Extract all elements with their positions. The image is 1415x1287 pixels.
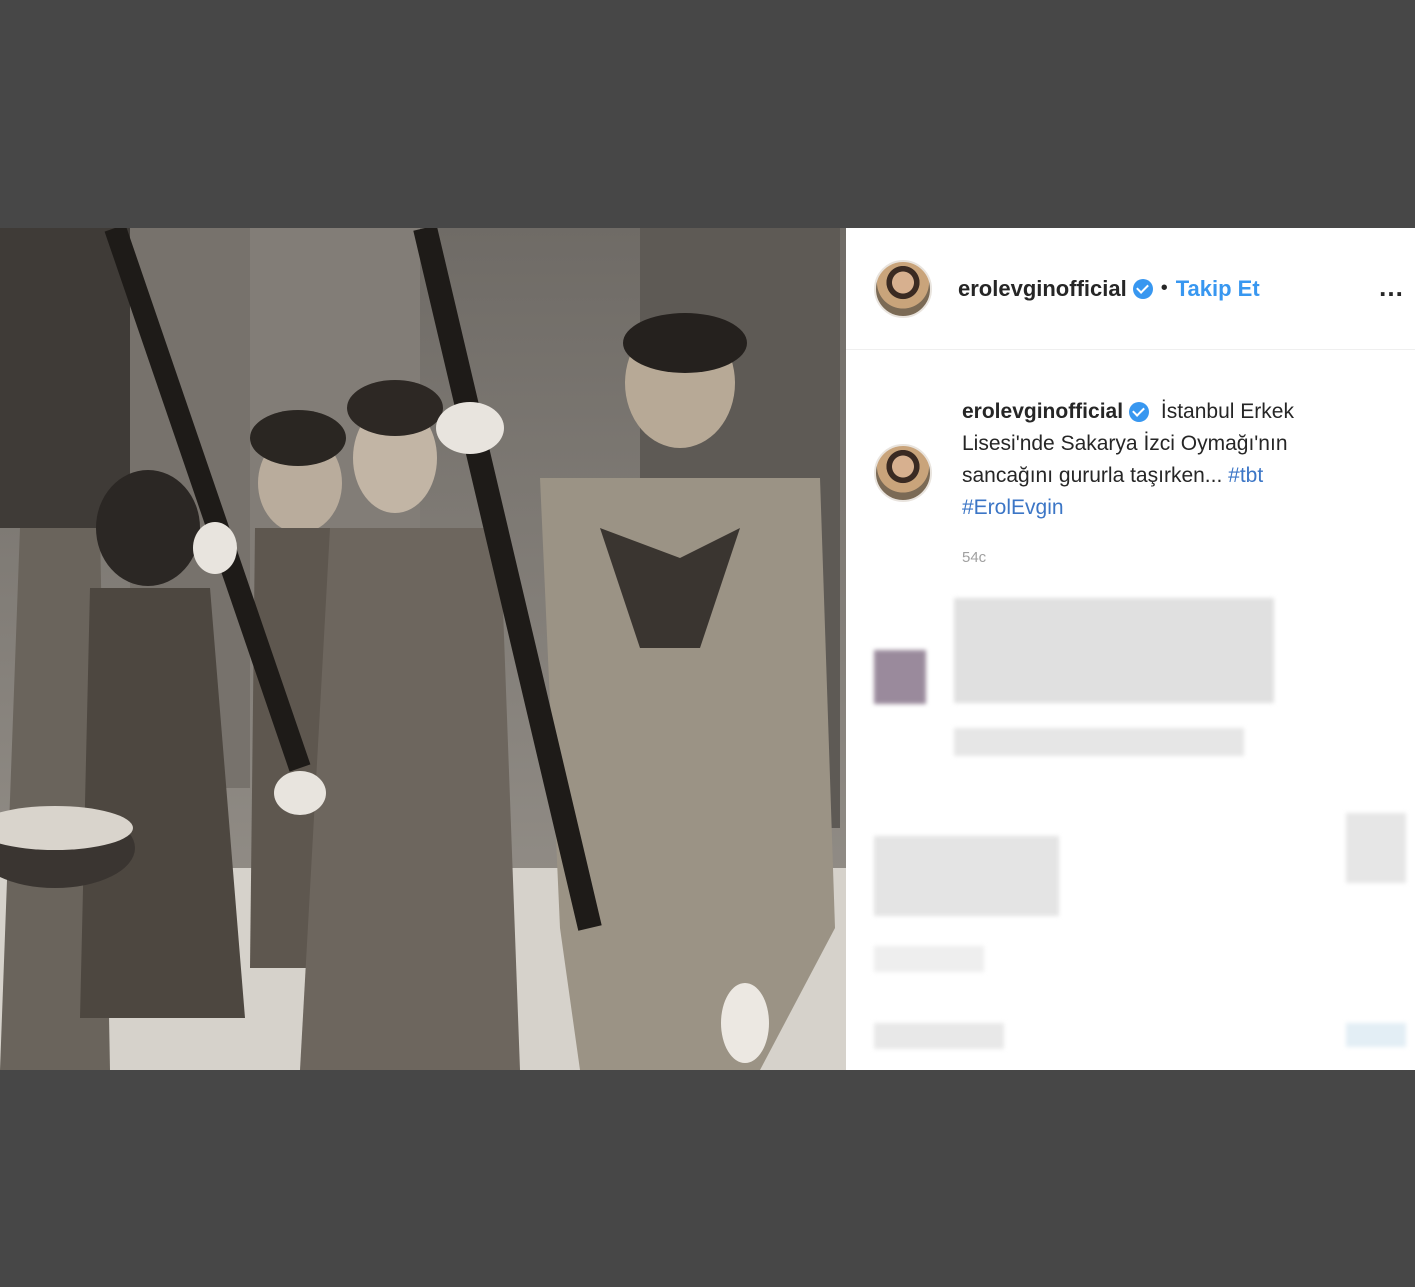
hashtag-erolevgin[interactable]: #ErolEvgin xyxy=(962,496,1064,519)
caption: erolevginofficial İstanbul Erkek Lisesi'… xyxy=(962,396,1342,574)
blurred-comment-7 xyxy=(1346,1023,1406,1047)
scout-photo-illustration xyxy=(0,228,846,1070)
follow-button[interactable]: Takip Et xyxy=(1176,276,1260,302)
blurred-comment-2 xyxy=(954,728,1244,756)
instagram-post: erolevginofficial • Takip Et … erolevgin… xyxy=(0,228,1415,1070)
blurred-comment-6 xyxy=(874,1023,1004,1049)
post-side-panel: erolevginofficial • Takip Et … erolevgin… xyxy=(846,228,1415,1070)
blurred-comment-1 xyxy=(954,598,1274,703)
blurred-comment-4 xyxy=(1346,813,1406,883)
caption-avatar[interactable] xyxy=(874,444,932,502)
header-separator: • xyxy=(1160,277,1168,299)
blurred-avatar xyxy=(874,650,926,704)
blurred-comment-5 xyxy=(874,946,984,972)
more-options-icon[interactable]: … xyxy=(1378,272,1405,303)
header-username[interactable]: erolevginofficial xyxy=(958,276,1127,302)
caption-row: erolevginofficial İstanbul Erkek Lisesi'… xyxy=(846,350,1415,574)
post-photo[interactable] xyxy=(0,228,846,1070)
hashtag-tbt[interactable]: #tbt xyxy=(1228,464,1263,487)
verified-badge-icon xyxy=(1132,278,1153,299)
blurred-comment-3 xyxy=(874,836,1059,916)
caption-username[interactable]: erolevginofficial xyxy=(962,400,1123,423)
caption-verified-badge-icon xyxy=(1129,402,1150,423)
post-timestamp: 54c xyxy=(962,549,987,566)
author-avatar[interactable] xyxy=(874,259,932,318)
post-header: erolevginofficial • Takip Et … xyxy=(846,228,1415,350)
